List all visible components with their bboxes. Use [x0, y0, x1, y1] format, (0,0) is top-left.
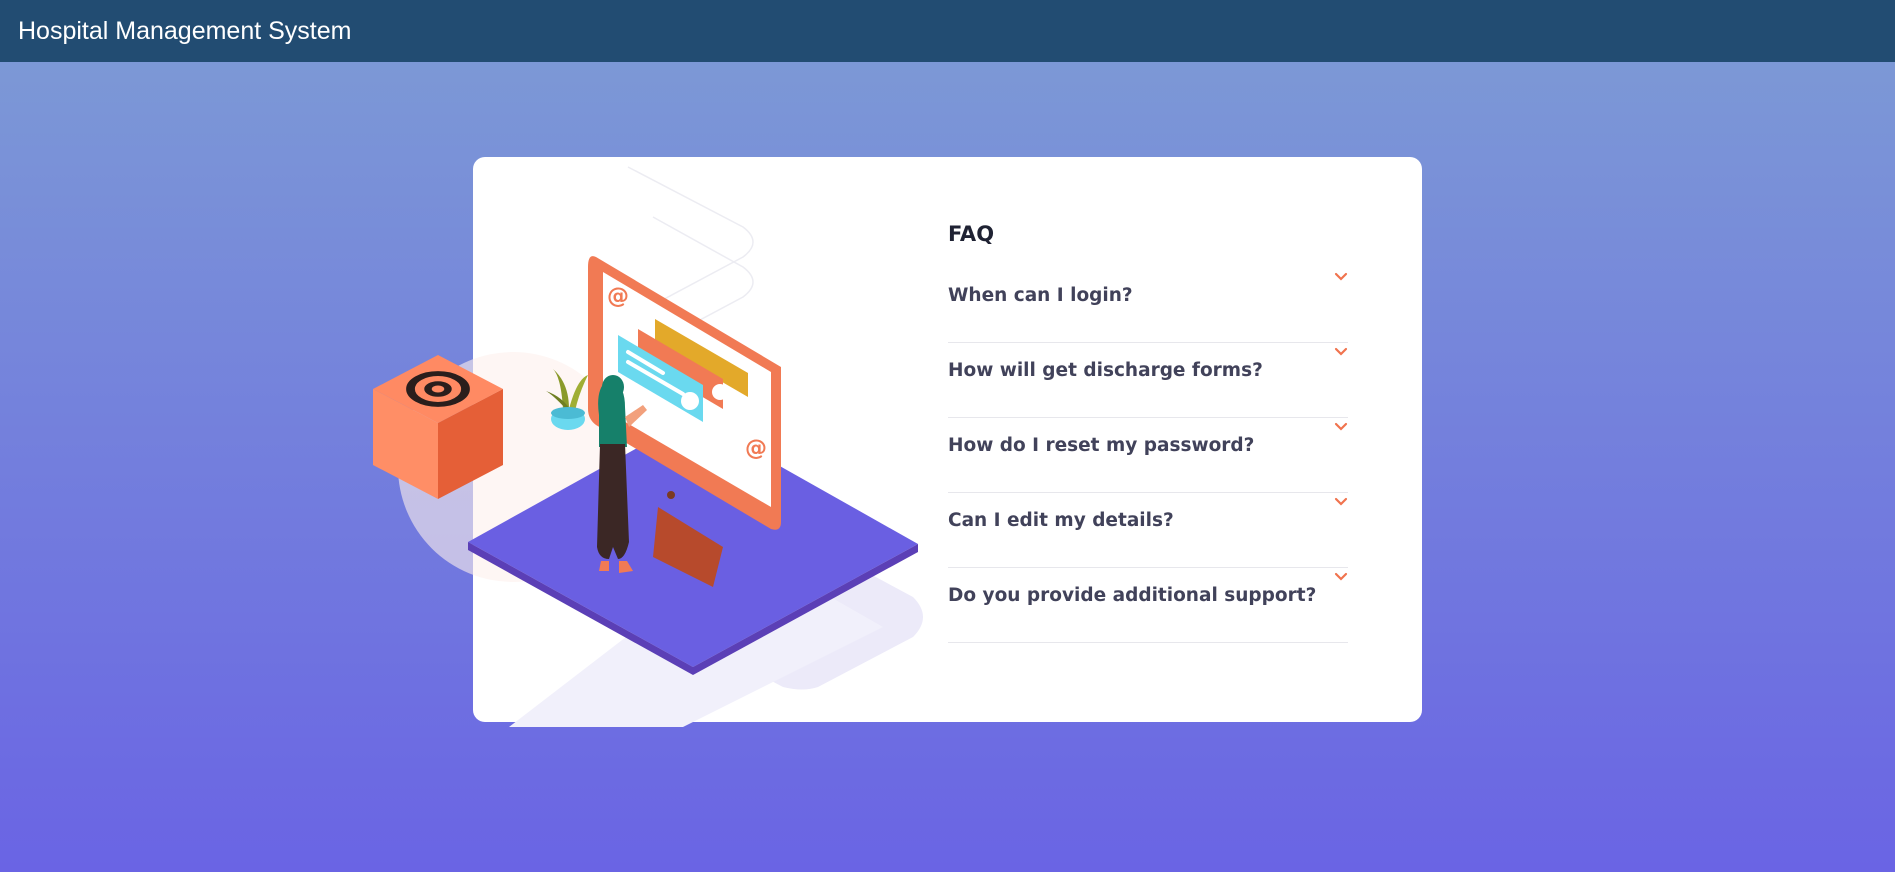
faq-title: FAQ: [948, 222, 995, 246]
app-header: Hospital Management System: [0, 0, 1895, 62]
svg-text:@: @: [607, 284, 629, 309]
faq-question: When can I login?: [948, 285, 1133, 306]
chevron-down-icon[interactable]: [1334, 347, 1348, 357]
faq-question: How will get discharge forms?: [948, 360, 1263, 381]
app-title: Hospital Management System: [18, 16, 352, 45]
chevron-down-icon[interactable]: [1334, 422, 1348, 432]
faq-section: FAQ When can I login? How will get disch…: [948, 222, 1348, 643]
faq-item-discharge-forms[interactable]: How will get discharge forms?: [948, 343, 1348, 418]
svg-text:@: @: [745, 436, 767, 461]
chevron-down-icon[interactable]: [1334, 572, 1348, 582]
chevron-down-icon[interactable]: [1334, 272, 1348, 282]
faq-card: @ @ FAQ When can I login? How will get d…: [373, 157, 1422, 727]
faq-item-edit-details[interactable]: Can I edit my details?: [948, 493, 1348, 568]
chevron-down-icon[interactable]: [1334, 497, 1348, 507]
faq-illustration: @ @: [373, 166, 923, 727]
faq-question: Can I edit my details?: [948, 510, 1174, 531]
faq-question: Do you provide additional support?: [948, 585, 1317, 606]
faq-item-reset-password[interactable]: How do I reset my password?: [948, 418, 1348, 493]
faq-item-additional-support[interactable]: Do you provide additional support?: [948, 568, 1348, 643]
faq-item-login[interactable]: When can I login?: [948, 268, 1348, 343]
faq-question: How do I reset my password?: [948, 435, 1255, 456]
